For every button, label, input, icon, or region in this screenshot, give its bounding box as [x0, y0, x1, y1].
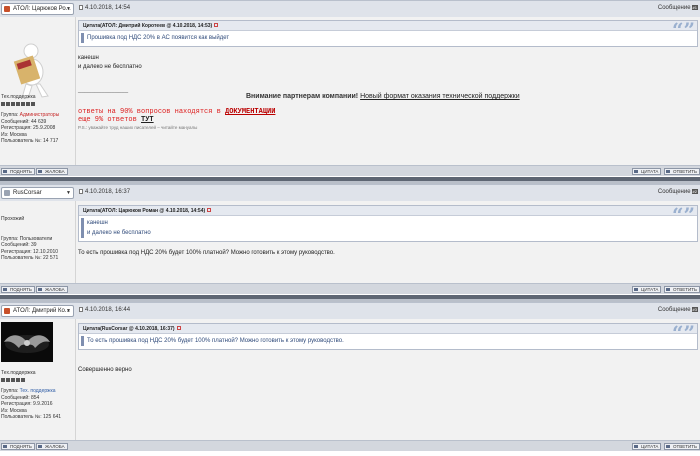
post-icon — [79, 189, 83, 194]
complain-button[interactable]: ЖАЛОБА — [36, 443, 68, 450]
complain-button[interactable]: ЖАЛОБА — [36, 286, 68, 293]
quote-mark-icon: “” — [671, 321, 695, 345]
registration-date: Регистрация: 25.9.2008 — [1, 125, 56, 131]
author-panel: Тех.поддержка Группа: Администраторы Соо… — [0, 17, 76, 165]
quote-header: Цитата(ATOЛ: Дмитрий Коротеев @ 4.10.201… — [79, 21, 697, 31]
quote-header: Цитата(ATOЛ: Царюков Роман @ 4.10.2018, … — [79, 206, 697, 216]
user-group: Тех. поддержка — [19, 388, 56, 394]
signature-ps: P.S.: уважайте труд наших писателей – чи… — [78, 125, 198, 130]
quote-button[interactable]: ЦИТАТА — [632, 286, 662, 293]
user-number: Пользователь №: 14 717 — [1, 138, 59, 144]
post-body: канешн и далеко не бесплатно — [78, 55, 142, 70]
post-date: 4.10.2018, 16:44 — [79, 307, 130, 313]
post-date: 4.10.2018, 16:37 — [79, 189, 130, 195]
reply-button[interactable]: ОТВЕТИТЬ — [664, 168, 700, 175]
author-name: ATOЛ: Царюков Ро... — [13, 6, 71, 12]
quote-mark-icon: “” — [671, 203, 695, 227]
quote-link-icon[interactable] — [214, 23, 219, 27]
user-group: Пользователи — [19, 235, 53, 242]
post-header: RusCorsar ▼ 4.10.2018, 16:37 Сообщение #2 — [0, 184, 700, 201]
post-content: Цитата(ATOЛ: Дмитрий Коротеев @ 4.10.201… — [76, 17, 700, 165]
signature-divider: _______________ — [78, 87, 129, 93]
avatar — [1, 322, 53, 362]
message-link[interactable]: Сообщение #3 — [658, 307, 698, 313]
quote-button[interactable]: ЦИТАТА — [632, 443, 662, 450]
quote-mark-icon: “” — [671, 18, 695, 42]
chevron-down-icon: ▼ — [66, 190, 71, 196]
chevron-down-icon: ▼ — [66, 308, 71, 314]
user-icon — [4, 308, 10, 314]
post-content: Цитата(RusCorsar @ 4.10.2018, 16:37) То … — [76, 319, 700, 440]
post-header: ATOЛ: Дмитрий Ко... ▼ 4.10.2018, 16:44 С… — [0, 302, 700, 319]
post-footer: ПОДНЯТЬ ЖАЛОБА ЦИТАТА ОТВЕТИТЬ — [0, 283, 700, 294]
up-button[interactable]: ПОДНЯТЬ — [1, 168, 35, 175]
post-footer: ПОДНЯТЬ ЖАЛОБА ЦИТАТА ОТВЕТИТЬ — [0, 165, 700, 176]
reply-button[interactable]: ОТВЕТИТЬ — [664, 286, 700, 293]
post-footer: ПОДНЯТЬ ЖАЛОБА ЦИТАТА ОТВЕТИТЬ — [0, 440, 700, 451]
quote-block: Цитата(ATOЛ: Дмитрий Коротеев @ 4.10.201… — [78, 20, 698, 47]
author-name: RusCorsar — [13, 190, 42, 196]
up-button[interactable]: ПОДНЯТЬ — [1, 286, 35, 293]
support-format-link[interactable]: Новый формат оказания технической поддер… — [360, 93, 520, 100]
quote-link-icon[interactable] — [176, 326, 181, 330]
quote-block: Цитата(RusCorsar @ 4.10.2018, 16:37) То … — [78, 323, 698, 350]
up-button[interactable]: ПОДНЯТЬ — [1, 443, 35, 450]
quote-link-icon[interactable] — [207, 208, 212, 212]
author-info: Тех.поддержка Группа: Администраторы Соо… — [1, 94, 60, 144]
author-panel: Прохожий Группа: Пользователи Сообщений:… — [0, 201, 76, 283]
author-menu[interactable]: RusCorsar ▼ — [1, 187, 74, 199]
registration-date: Регистрация: 9.9.2016 — [1, 401, 53, 407]
reply-button[interactable]: ОТВЕТИТЬ — [664, 443, 700, 450]
user-icon — [4, 190, 10, 196]
author-info: Прохожий Группа: Пользователи Сообщений:… — [1, 216, 59, 261]
user-number: Пользователь №: 125 641 — [1, 414, 62, 420]
quote-text: канешн и далеко не бесплатно — [81, 218, 695, 238]
chevron-down-icon: ▼ — [66, 6, 71, 12]
post-header: ATOЛ: Царюков Ро... ▼ 4.10.2018, 14:54 С… — [0, 0, 700, 17]
quote-text: Прошивка под НДС 20% в АС появится как в… — [81, 33, 695, 43]
here-link[interactable]: ТУТ — [141, 116, 154, 124]
quote-text: То есть прошивка под НДС 20% будет 100% … — [81, 336, 695, 346]
quote-header: Цитата(RusCorsar @ 4.10.2018, 16:37) — [79, 324, 697, 334]
complain-button[interactable]: ЖАЛОБА — [36, 168, 68, 175]
author-menu[interactable]: ATOЛ: Дмитрий Ко... ▼ — [1, 305, 74, 317]
author-info: Тех.поддержка Группа: Тех. поддержка Соо… — [1, 370, 62, 420]
user-icon — [4, 6, 10, 12]
author-menu[interactable]: ATOЛ: Царюков Ро... ▼ — [1, 3, 74, 15]
user-number: Пользователь №: 22 571 — [1, 255, 59, 261]
post-content: Цитата(ATOЛ: Царюков Роман @ 4.10.2018, … — [76, 201, 700, 283]
rank-pips — [1, 101, 59, 109]
author-panel: Тех.поддержка Группа: Тех. поддержка Соо… — [0, 319, 76, 440]
docs-link[interactable]: ДОКУМЕНТАЦИИ — [225, 108, 275, 116]
quote-block: Цитата(ATOЛ: Царюков Роман @ 4.10.2018, … — [78, 205, 698, 242]
user-group: Администраторы — [19, 112, 60, 118]
post-body: Совершенно верно — [78, 367, 132, 373]
quote-button[interactable]: ЦИТАТА — [632, 168, 662, 175]
signature-docs: ответы на 90% вопросов находятся в ДОКУМ… — [78, 108, 276, 124]
author-name: ATOЛ: Дмитрий Ко... — [13, 308, 70, 314]
avatar — [6, 40, 62, 102]
signature-notice: Внимание партнерам компании! Новый форма… — [246, 93, 520, 100]
post-date: 4.10.2018, 14:54 — [79, 5, 130, 11]
post-body: То есть прошивка под НДС 20% будет 100% … — [78, 250, 335, 256]
post-icon — [79, 307, 83, 312]
post-icon — [79, 5, 83, 10]
message-link[interactable]: Сообщение #1 — [658, 5, 698, 11]
message-link[interactable]: Сообщение #2 — [658, 189, 698, 195]
rank-pips — [1, 377, 61, 385]
